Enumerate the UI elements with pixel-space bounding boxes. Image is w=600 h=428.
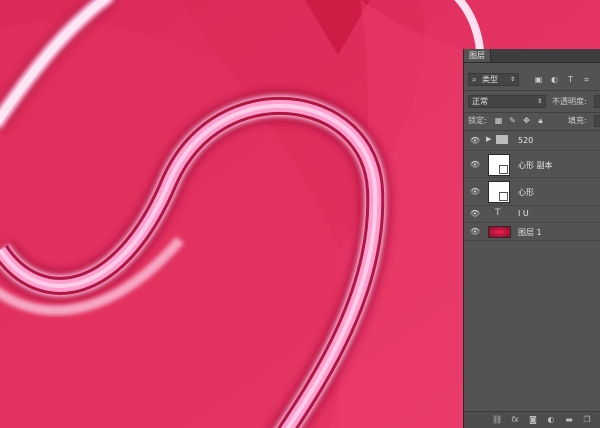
- layer-thumbnail: [488, 226, 511, 238]
- blend-row: 正常 ⇕ 不透明度:: [464, 93, 600, 109]
- opacity-label: 不透明度:: [552, 97, 587, 106]
- fx-icon[interactable]: fx: [510, 415, 520, 425]
- layer-name: 心形: [518, 188, 534, 197]
- filter-row: ⌕ 类型 ⇕ ▣ ◐ T ⌗: [464, 71, 600, 87]
- image-filter-icon[interactable]: ▣: [534, 75, 543, 84]
- blend-mode-select[interactable]: 正常 ⇕: [468, 95, 546, 108]
- fill-field[interactable]: [594, 115, 600, 127]
- vector-mask-icon: [499, 192, 508, 201]
- layer-thumbnail: [488, 154, 510, 176]
- layer-row-layer-1[interactable]: 👁︎ 图层 1: [464, 223, 600, 241]
- visibility-eye-icon[interactable]: 👁︎: [469, 226, 481, 238]
- layer-name: I U: [518, 209, 529, 218]
- mask-icon[interactable]: ◙: [528, 415, 538, 425]
- layer-name: 520: [518, 136, 534, 145]
- layer-row-group-520[interactable]: 👁︎ ▶ 520: [464, 131, 600, 151]
- lock-label: 锁定:: [468, 116, 487, 125]
- fill-label: 填充:: [568, 116, 587, 125]
- folder-icon: [496, 135, 508, 144]
- visibility-eye-icon[interactable]: 👁︎: [469, 186, 481, 198]
- panel-footer: ⛓ fx ◙ ◐ ▬ ❐: [464, 411, 600, 428]
- expand-triangle-icon[interactable]: ▶: [486, 135, 491, 143]
- adjustment-filter-icon[interactable]: ◐: [550, 75, 559, 84]
- layer-name: 心形 副本: [518, 161, 553, 170]
- panel-tab-bar: 图层: [464, 49, 600, 63]
- layer-row-heart[interactable]: 👁︎ 心形: [464, 178, 600, 206]
- visibility-eye-icon[interactable]: 👁︎: [469, 208, 481, 220]
- adjustment-icon[interactable]: ◐: [546, 415, 556, 425]
- layer-row-heart-copy[interactable]: 👁︎ 心形 副本: [464, 151, 600, 178]
- visibility-eye-icon[interactable]: 👁︎: [469, 159, 481, 171]
- filter-type-value: 类型: [482, 75, 498, 84]
- layer-thumbnail: [488, 181, 510, 203]
- divider: [464, 112, 600, 113]
- new-layer-icon[interactable]: ❐: [582, 415, 592, 425]
- updown-arrow-icon: ⇕: [509, 76, 515, 83]
- filter-type-select[interactable]: ⌕ 类型 ⇕: [468, 73, 519, 86]
- type-layer-icon: T: [495, 208, 501, 218]
- lock-transparency-icon[interactable]: ▦: [494, 116, 503, 125]
- layer-name: 图层 1: [518, 228, 542, 237]
- lock-position-icon[interactable]: ✥: [522, 116, 531, 125]
- lock-image-icon[interactable]: ✎: [508, 116, 517, 125]
- layers-panel: 图层 ⌕ 类型 ⇕ ▣ ◐ T ⌗ 正常 ⇕ 不透明度: 锁定: ▦ ✎ ✥ 🔒…: [463, 49, 600, 428]
- tab-layers[interactable]: 图层: [464, 49, 491, 62]
- type-filter-icon[interactable]: T: [566, 75, 575, 84]
- updown-arrow-icon: ⇕: [536, 98, 542, 105]
- shape-filter-icon[interactable]: ⌗: [582, 75, 591, 84]
- layer-row-text[interactable]: 👁︎ T I U: [464, 206, 600, 223]
- search-icon: ⌕: [472, 75, 477, 84]
- link-icon[interactable]: ⛓: [492, 415, 502, 425]
- opacity-field[interactable]: [594, 95, 600, 108]
- vector-mask-icon: [499, 165, 508, 174]
- blend-mode-value: 正常: [472, 97, 488, 106]
- group-folder-icon[interactable]: ▬: [564, 415, 574, 425]
- lock-all-icon[interactable]: 🔒︎: [536, 116, 545, 125]
- divider: [464, 90, 600, 91]
- visibility-eye-icon[interactable]: 👁︎: [469, 135, 481, 147]
- lock-row: 锁定: ▦ ✎ ✥ 🔒︎ 填充:: [464, 114, 600, 128]
